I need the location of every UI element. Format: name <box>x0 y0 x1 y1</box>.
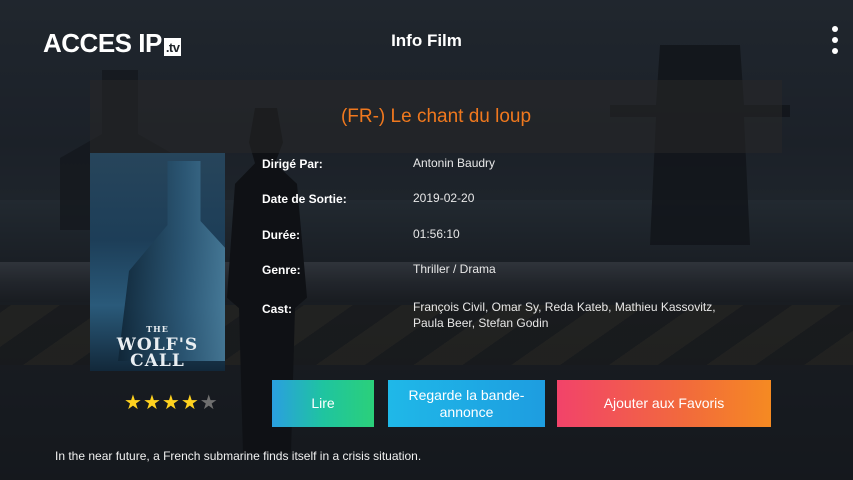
star-icon: ★ <box>161 392 180 414</box>
cast-value: François Civil, Omar Sy, Reda Kateb, Mat… <box>413 300 716 330</box>
watch-trailer-button[interactable]: Regarde la bande-annonce <box>388 380 545 427</box>
star-icon: ★ <box>180 392 199 414</box>
menu-dot <box>832 26 838 32</box>
cast-label: Cast: <box>262 302 293 316</box>
play-button[interactable]: Lire <box>272 380 374 427</box>
duration-value: 01:56:10 <box>413 227 460 241</box>
genre-label: Genre: <box>262 263 301 277</box>
genre-value: Thriller / Drama <box>413 262 496 276</box>
release-date-label: Date de Sortie: <box>262 192 347 206</box>
duration-label: Durée: <box>262 228 301 242</box>
star-icon: ★ <box>199 392 218 414</box>
add-to-favorites-button[interactable]: Ajouter aux Favoris <box>557 380 771 427</box>
star-icon: ★ <box>142 392 161 414</box>
movie-poster: THE WOLF'S CALL <box>90 153 225 371</box>
director-value: Antonin Baudry <box>413 156 496 170</box>
menu-dot <box>832 37 838 43</box>
poster-title-big: WOLF'S CALL <box>116 335 199 371</box>
star-icon: ★ <box>124 392 142 414</box>
menu-dot <box>832 48 838 54</box>
star-rating: ★ ★ ★ ★ ★ <box>124 393 218 413</box>
more-vertical-icon[interactable] <box>825 24 845 56</box>
director-label: Dirigé Par: <box>262 157 323 171</box>
poster-title: THE WOLF'S CALL <box>90 321 225 371</box>
movie-synopsis: In the near future, a French submarine f… <box>55 449 422 463</box>
release-date-value: 2019-02-20 <box>413 191 475 205</box>
